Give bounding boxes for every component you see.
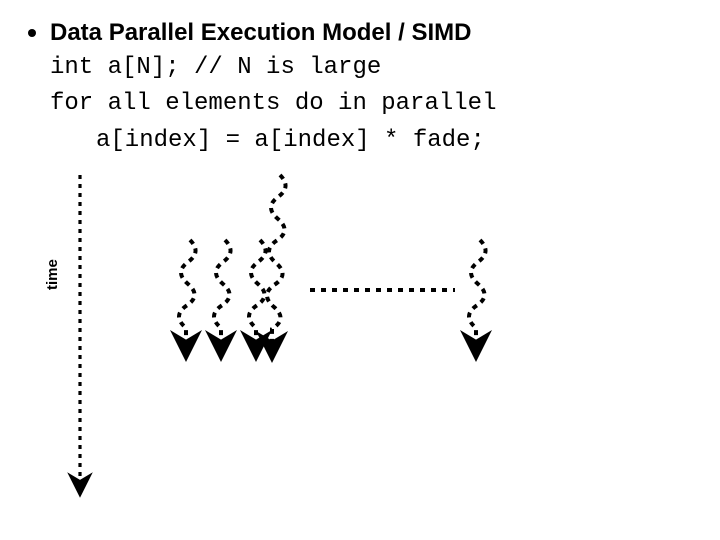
parallel-threads-diagram xyxy=(60,170,620,500)
thread-squiggle-right xyxy=(469,240,486,346)
bullet-dot-icon xyxy=(28,29,36,37)
thread-squiggle-long xyxy=(267,175,286,347)
thread-squiggle-1 xyxy=(179,240,196,346)
slide-title: Data Parallel Execution Model / SIMD xyxy=(50,18,471,48)
code-line-1: int a[N]; // N is large xyxy=(50,52,692,84)
slide: Data Parallel Execution Model / SIMD int… xyxy=(0,0,720,540)
code-line-2: for all elements do in parallel xyxy=(50,88,692,120)
bullet-item: Data Parallel Execution Model / SIMD xyxy=(28,18,692,48)
time-axis-label: time xyxy=(44,259,61,290)
code-line-3: a[index] = a[index] * fade; xyxy=(96,125,692,157)
thread-squiggle-2 xyxy=(214,240,231,346)
thread-squiggle-3 xyxy=(249,240,266,346)
